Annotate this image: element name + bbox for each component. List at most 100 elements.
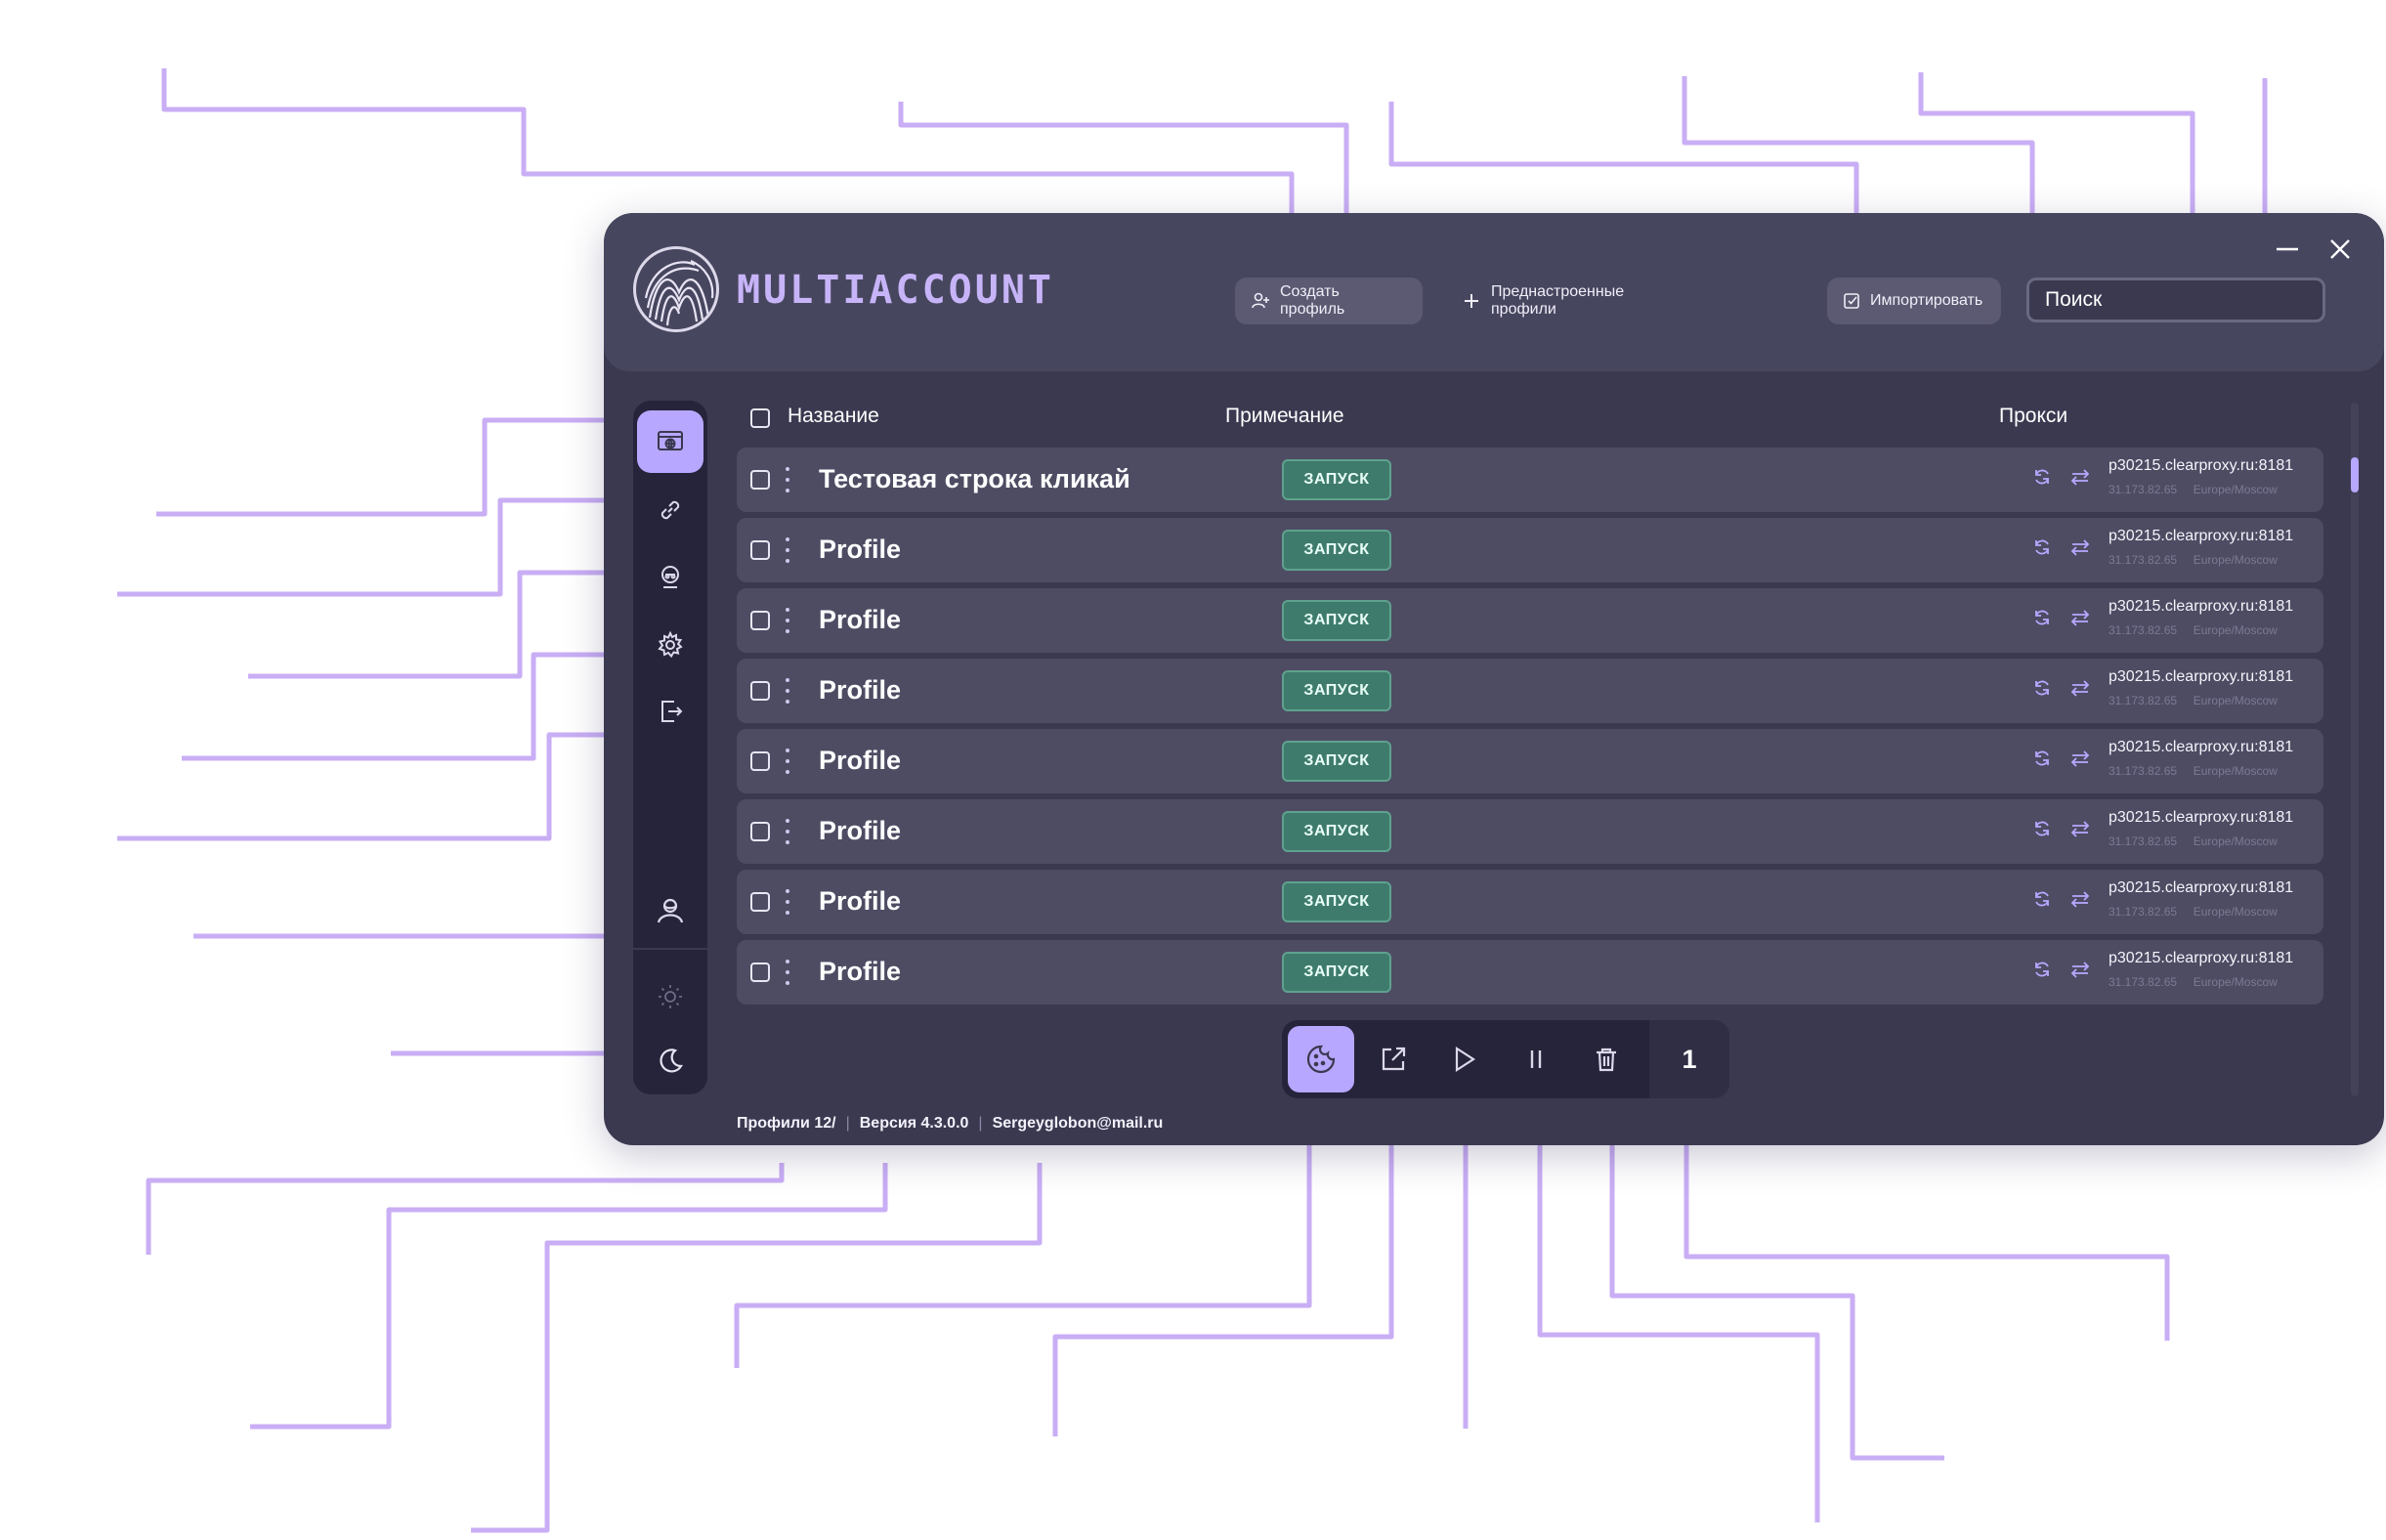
open-external-button[interactable] <box>1360 1026 1427 1092</box>
scrollbar-track[interactable] <box>2351 403 2359 1096</box>
table-row[interactable]: Тестовая строка кликай ЗАПУСК p30215.clear… <box>737 448 2323 512</box>
row-checkbox[interactable] <box>750 822 770 841</box>
search-input[interactable] <box>2026 278 2325 322</box>
refresh-proxy-icon[interactable] <box>2032 960 2052 984</box>
play-icon <box>1455 1046 1476 1073</box>
row-checkbox[interactable] <box>750 962 770 982</box>
row-menu-icon[interactable] <box>784 819 791 844</box>
sidebar-item-antidetect[interactable] <box>637 545 703 608</box>
minimize-icon <box>2277 247 2298 251</box>
import-button[interactable]: Импортировать <box>1827 278 2001 324</box>
row-menu-icon[interactable] <box>784 467 791 492</box>
row-menu-icon[interactable] <box>784 678 791 704</box>
row-checkbox[interactable] <box>750 751 770 771</box>
refresh-proxy-icon[interactable] <box>2032 467 2052 492</box>
cookies-button[interactable] <box>1288 1026 1354 1092</box>
row-checkbox[interactable] <box>750 540 770 560</box>
proxy-ip: 31.173.82.65 <box>2109 905 2178 919</box>
launch-button[interactable]: ЗАПУСК <box>1282 670 1391 711</box>
proxy-ip: 31.173.82.65 <box>2109 764 2178 778</box>
refresh-proxy-icon[interactable] <box>2032 537 2052 562</box>
swap-proxy-icon[interactable] <box>2069 537 2091 562</box>
refresh-proxy-icon[interactable] <box>2032 678 2052 703</box>
launch-button[interactable]: ЗАПУСК <box>1282 741 1391 782</box>
sidebar-item-links[interactable] <box>637 479 703 541</box>
refresh-proxy-icon[interactable] <box>2032 749 2052 773</box>
import-label: Импортировать <box>1870 292 1983 309</box>
scrollbar-thumb[interactable] <box>2351 457 2359 492</box>
row-menu-icon[interactable] <box>784 537 791 563</box>
dark-theme-toggle[interactable] <box>637 1030 703 1092</box>
swap-proxy-icon[interactable] <box>2069 749 2091 773</box>
profile-name: Profile <box>819 886 902 916</box>
table-row[interactable]: Profile ЗАПУСК p30215.clearproxy.ru:8181 31… <box>737 729 2323 793</box>
row-checkbox[interactable] <box>750 892 770 912</box>
swap-proxy-icon[interactable] <box>2069 819 2091 843</box>
row-menu-icon[interactable] <box>784 749 791 774</box>
add-user-icon <box>1252 292 1269 309</box>
launch-button[interactable]: ЗАПУСК <box>1282 881 1391 922</box>
column-name-header: Название <box>788 405 879 427</box>
close-icon <box>2330 239 2350 259</box>
start-button[interactable] <box>1430 1026 1497 1092</box>
launch-button[interactable]: ЗАПУСК <box>1282 530 1391 571</box>
proxy-address: p30215.clearproxy.ru:8181 <box>2109 598 2294 615</box>
proxy-address: p30215.clearproxy.ru:8181 <box>2109 809 2294 826</box>
column-proxy-header: Прокси <box>1999 405 2068 427</box>
table-row[interactable]: Profile ЗАПУСК p30215.clearproxy.ru:8181 31… <box>737 588 2323 653</box>
header-bar: MULTIACCOUNT Создать профиль Преднастрое… <box>604 213 2384 371</box>
launch-button[interactable]: ЗАПУСК <box>1282 952 1391 993</box>
preset-profiles-button[interactable]: Преднастроенные профили <box>1446 278 1700 324</box>
logo-fingerprint-icon <box>633 246 719 332</box>
swap-proxy-icon[interactable] <box>2069 678 2091 703</box>
refresh-proxy-icon[interactable] <box>2032 608 2052 632</box>
swap-proxy-icon[interactable] <box>2069 608 2091 632</box>
proxy-address: p30215.clearproxy.ru:8181 <box>2109 457 2294 474</box>
row-checkbox[interactable] <box>750 681 770 701</box>
table-row[interactable]: Profile ЗАПУСК p30215.clearproxy.ru:8181 31… <box>737 940 2323 1005</box>
row-menu-icon[interactable] <box>784 960 791 985</box>
sidebar-item-account[interactable] <box>637 879 703 942</box>
proxy-timezone: Europe/Moscow <box>2193 623 2278 637</box>
cookie-icon <box>1306 1045 1336 1074</box>
swap-proxy-icon[interactable] <box>2069 467 2091 492</box>
light-theme-toggle[interactable] <box>637 965 703 1028</box>
moon-icon <box>660 1048 683 1073</box>
launch-button[interactable]: ЗАПУСК <box>1282 459 1391 500</box>
delete-button[interactable] <box>1573 1026 1640 1092</box>
profile-name: Profile <box>819 957 902 986</box>
create-profile-button[interactable]: Создать профиль <box>1235 278 1423 324</box>
preset-profiles-label: Преднастроенные профили <box>1491 283 1625 318</box>
footer-separator: | <box>978 1115 983 1132</box>
launch-button[interactable]: ЗАПУСК <box>1282 811 1391 852</box>
footer-separator: | <box>845 1115 850 1132</box>
proxy-details: 31.173.82.65 Europe/Moscow <box>2109 694 2278 707</box>
sidebar-item-profiles[interactable] <box>637 410 703 473</box>
row-menu-icon[interactable] <box>784 889 791 915</box>
sidebar-item-logout[interactable] <box>637 680 703 743</box>
table-row[interactable]: Profile ЗАПУСК p30215.clearproxy.ru:8181 31… <box>737 518 2323 582</box>
selected-count: 1 <box>1649 1020 1729 1098</box>
proxy-ip: 31.173.82.65 <box>2109 694 2178 707</box>
pause-button[interactable] <box>1503 1026 1569 1092</box>
proxy-timezone: Europe/Moscow <box>2193 553 2278 567</box>
row-checkbox[interactable] <box>750 611 770 630</box>
minimize-button[interactable] <box>2271 233 2304 266</box>
table-row[interactable]: Profile ЗАПУСК p30215.clearproxy.ru:8181 31… <box>737 659 2323 723</box>
sidebar-item-settings[interactable] <box>637 614 703 676</box>
app-version: Версия 4.3.0.0 <box>859 1115 969 1132</box>
close-button[interactable] <box>2323 233 2357 266</box>
proxy-ip: 31.173.82.65 <box>2109 483 2178 496</box>
row-checkbox[interactable] <box>750 470 770 490</box>
proxy-timezone: Europe/Moscow <box>2193 483 2278 496</box>
swap-proxy-icon[interactable] <box>2069 960 2091 984</box>
table-row[interactable]: Profile ЗАПУСК p30215.clearproxy.ru:8181 31… <box>737 870 2323 934</box>
refresh-proxy-icon[interactable] <box>2032 819 2052 843</box>
table-row[interactable]: Profile ЗАПУСК p30215.clearproxy.ru:8181 31… <box>737 799 2323 864</box>
launch-button[interactable]: ЗАПУСК <box>1282 600 1391 641</box>
row-menu-icon[interactable] <box>784 608 791 633</box>
swap-proxy-icon[interactable] <box>2069 889 2091 914</box>
select-all-checkbox[interactable] <box>750 408 770 428</box>
proxy-address: p30215.clearproxy.ru:8181 <box>2109 950 2294 966</box>
refresh-proxy-icon[interactable] <box>2032 889 2052 914</box>
